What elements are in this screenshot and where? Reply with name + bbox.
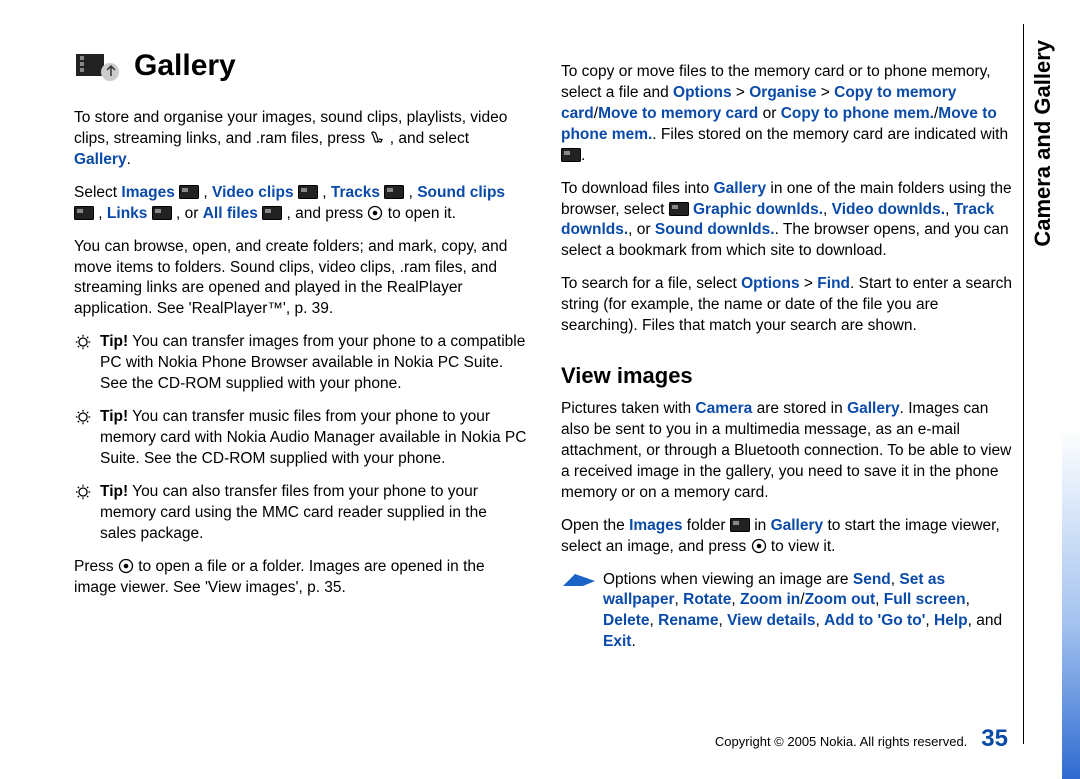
- intro-paragraph: To store and organise your images, sound…: [74, 108, 527, 171]
- sound-clips-icon: [74, 206, 94, 220]
- memory-card-icon: [561, 148, 581, 162]
- options-wedge-icon: [561, 572, 597, 588]
- gallery-icon: [74, 48, 120, 84]
- view-images-p1: Pictures taken with Camera are stored in…: [561, 399, 1014, 504]
- joystick-icon: [118, 558, 134, 574]
- margin-rule: [1023, 24, 1024, 744]
- images-icon: [179, 185, 199, 199]
- tip-icon: [74, 408, 92, 426]
- select-folders-paragraph: Select Images , Video clips , Tracks , S…: [74, 183, 527, 225]
- title-text: Gallery: [134, 49, 236, 83]
- all-files-icon: [262, 206, 282, 220]
- chapter-tab: Camera and Gallery: [1030, 40, 1056, 247]
- press-open-paragraph: Press to open a file or a folder. Images…: [74, 557, 527, 599]
- tip-1: Tip! You can transfer images from your p…: [74, 332, 527, 395]
- page-footer: Copyright © 2005 Nokia. All rights reser…: [715, 725, 1008, 753]
- page-title: Gallery: [74, 48, 527, 84]
- page-number: 35: [981, 725, 1008, 753]
- menu-key-icon: [369, 130, 385, 146]
- search-paragraph: To search for a file, select Options > F…: [561, 274, 1014, 337]
- tip-3: Tip! You can also transfer files from yo…: [74, 482, 527, 545]
- video-clips-icon: [298, 185, 318, 199]
- copy-move-paragraph: To copy or move files to the memory card…: [561, 62, 1014, 167]
- tracks-icon: [384, 185, 404, 199]
- options-list: Options when viewing an image are Send, …: [561, 570, 1014, 654]
- links-icon: [152, 206, 172, 220]
- tip-icon: [74, 483, 92, 501]
- joystick-icon: [367, 205, 383, 221]
- joystick-icon: [751, 538, 767, 554]
- images-folder-icon: [730, 518, 750, 532]
- page-edge-gradient: [1062, 0, 1080, 779]
- browser-icon: [669, 202, 689, 216]
- right-column: To copy or move files to the memory card…: [561, 48, 1014, 665]
- tip-2: Tip! You can transfer music files from y…: [74, 407, 527, 470]
- left-column: Gallery To store and organise your image…: [74, 48, 527, 665]
- browse-paragraph: You can browse, open, and create folders…: [74, 237, 527, 321]
- view-images-p2: Open the Images folder in Gallery to sta…: [561, 516, 1014, 558]
- view-images-heading: View images: [561, 363, 1014, 389]
- download-paragraph: To download files into Gallery in one of…: [561, 179, 1014, 263]
- tip-icon: [74, 333, 92, 351]
- copyright-text: Copyright © 2005 Nokia. All rights reser…: [715, 734, 967, 749]
